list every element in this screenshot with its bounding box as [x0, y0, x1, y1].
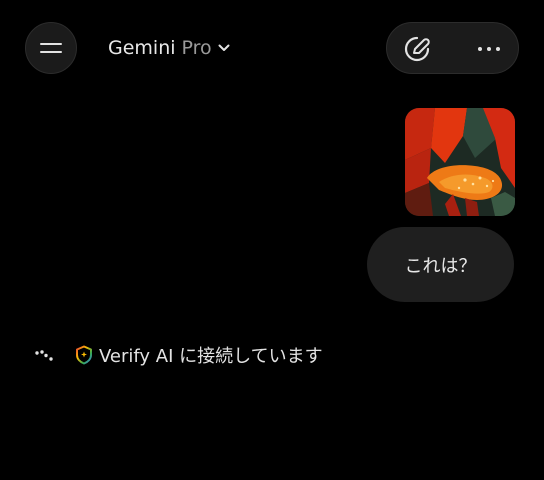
user-message-bubble: これは？	[367, 227, 514, 302]
model-tier: Pro	[181, 37, 212, 59]
more-options-button[interactable]	[475, 35, 503, 63]
model-name: Gemini	[108, 37, 176, 59]
sparkle-dots-icon	[33, 347, 55, 363]
new-chat-pen-icon	[404, 36, 430, 62]
response-status: Verify AI に接続しています	[33, 343, 323, 367]
hamburger-menu-icon	[40, 43, 62, 53]
more-horiz-icon	[478, 47, 500, 51]
user-message-text: これは？	[404, 255, 477, 277]
verify-shield-icon	[75, 345, 93, 365]
model-picker[interactable]: Gemini Pro	[108, 34, 230, 62]
menu-button[interactable]	[25, 22, 77, 74]
status-text: Verify AI に接続しています	[99, 346, 323, 367]
user-uploaded-image[interactable]	[405, 108, 515, 216]
new-chat-button[interactable]	[403, 35, 431, 63]
flower-photo	[405, 108, 515, 216]
chevron-down-icon	[218, 44, 230, 52]
header-actions	[386, 22, 519, 74]
